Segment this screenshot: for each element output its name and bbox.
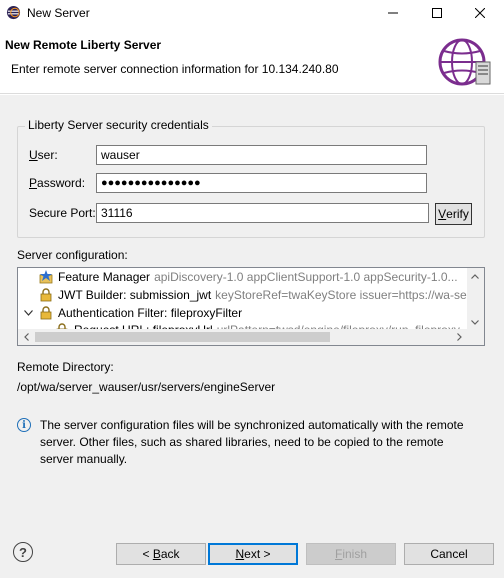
tree-row-detail: keyStoreRef=twaKeyStore issuer=https://w… — [215, 288, 485, 302]
next-button[interactable]: Next > — [208, 543, 298, 565]
tree-row-detail: apiDiscovery-1.0 appClientSupport-1.0 ap… — [154, 270, 458, 284]
back-button[interactable]: < Back — [116, 543, 206, 565]
wizard-content: Liberty Server security credentials User… — [0, 95, 504, 524]
secure-port-label: Secure Port: — [29, 206, 96, 220]
finish-button[interactable]: Finish — [306, 543, 396, 565]
page-description: Enter remote server connection informati… — [11, 62, 339, 76]
eclipse-icon — [6, 5, 21, 20]
credentials-group-label: Liberty Server security credentials — [25, 118, 212, 132]
remote-server-globe-icon — [438, 38, 491, 86]
remote-directory-label: Remote Directory: — [17, 360, 114, 374]
scroll-down-icon[interactable] — [467, 314, 483, 330]
minimize-icon — [388, 12, 398, 14]
chevron-down-icon[interactable] — [23, 310, 33, 316]
user-label: User: — [29, 148, 58, 162]
maximize-button[interactable] — [417, 0, 457, 26]
help-icon[interactable]: ? — [13, 542, 33, 562]
window-title: New Server — [27, 6, 90, 20]
verify-button[interactable]: Verify — [435, 203, 472, 225]
minimize-button[interactable] — [373, 0, 413, 26]
server-config-label: Server configuration: — [17, 248, 128, 262]
title-bar: New Server — [0, 0, 504, 26]
scroll-up-icon[interactable] — [467, 268, 483, 284]
tree-row-jwt-builder[interactable]: JWT Builder: submission_jwt keyStoreRef=… — [39, 286, 485, 304]
lock-icon — [40, 288, 52, 302]
wizard-footer: ? < Back Next > Finish Cancel — [0, 524, 504, 578]
cancel-button[interactable]: Cancel — [404, 543, 494, 565]
close-icon — [475, 8, 485, 18]
horizontal-scroll-thumb[interactable] — [35, 332, 330, 342]
info-icon: i — [17, 418, 31, 432]
info-message: The server configuration files will be s… — [40, 418, 464, 466]
feature-manager-icon — [39, 270, 53, 284]
close-button[interactable] — [460, 0, 500, 26]
user-field[interactable] — [96, 145, 427, 165]
tree-row-name: Authentication Filter: fileproxyFilter — [58, 306, 243, 320]
password-field[interactable]: ●●●●●●●●●●●●●●● — [96, 173, 427, 193]
scroll-right-icon[interactable] — [451, 329, 467, 345]
password-label: Password: — [29, 176, 86, 190]
server-config-tree[interactable]: Feature Manager apiDiscovery-1.0 appClie… — [17, 267, 485, 346]
tree-row-authentication-filter[interactable]: Authentication Filter: fileproxyFilter — [23, 304, 242, 322]
remote-directory-value: /opt/wa/server_wauser/usr/servers/engine… — [17, 380, 276, 394]
secure-port-field[interactable] — [96, 203, 429, 223]
scroll-left-icon[interactable] — [18, 329, 34, 345]
maximize-icon — [432, 8, 442, 18]
horizontal-scrollbar[interactable] — [18, 329, 484, 345]
tree-row-name: Feature Manager — [58, 270, 151, 284]
page-title: New Remote Liberty Server — [5, 38, 162, 52]
tree-row-name: JWT Builder: submission_jwt — [58, 288, 212, 302]
lock-icon — [40, 306, 52, 320]
tree-row-feature-manager[interactable]: Feature Manager apiDiscovery-1.0 appClie… — [39, 268, 458, 286]
wizard-header: New Remote Liberty Server Enter remote s… — [0, 26, 504, 94]
vertical-scrollbar[interactable] — [467, 268, 484, 330]
